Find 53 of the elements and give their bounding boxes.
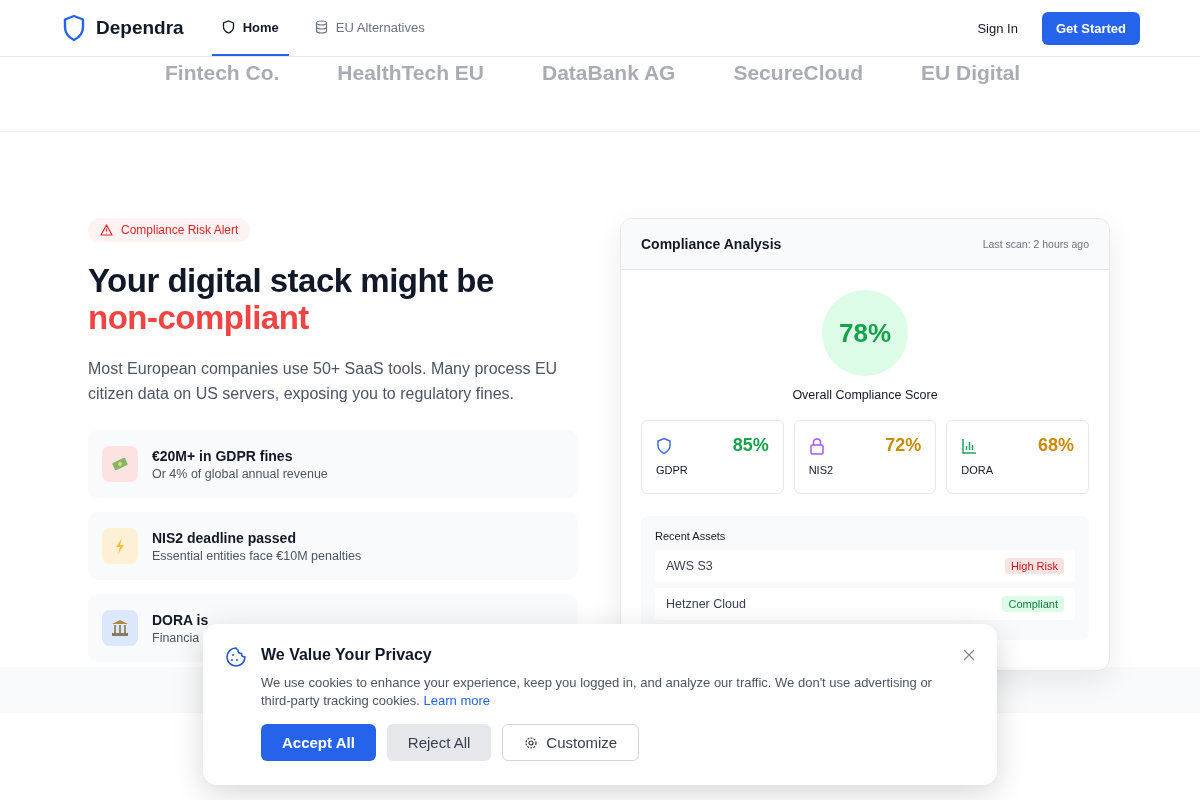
alert-text: Compliance Risk Alert xyxy=(121,223,239,237)
customize-button[interactable]: Customize xyxy=(502,724,640,761)
metric-label: NIS2 xyxy=(808,464,835,476)
asset-name: Hetzner Cloud xyxy=(666,597,746,611)
sign-in-link[interactable]: Sign In xyxy=(977,20,1018,36)
cookie-text: We use cookies to enhance your experience, keep you logged in, and analyze our traffic. We don't use advertising or third-party tracking cookies. Learn more xyxy=(261,674,933,710)
lightning-icon xyxy=(114,537,126,555)
shield-icon xyxy=(221,20,235,34)
asset-name: AWS S3 xyxy=(666,559,713,573)
metric-value: 85% xyxy=(732,435,769,456)
partner-logo-text: SecureCloud xyxy=(733,61,863,85)
partner-logo-text: DataBank AG xyxy=(542,61,676,85)
feature-title: NIS2 deadline passed xyxy=(152,529,297,546)
hero-description: Most European companies use 50+ SaaS tools. Many process EU citizen data on US servers, exposing you to regulatory fines. xyxy=(88,359,559,404)
recent-assets-title: Recent Assets xyxy=(655,530,727,542)
nav-tab[interactable]: Home xyxy=(211,0,289,56)
score-label: Overall Compliance Score xyxy=(792,388,938,402)
hero-title: Your digital stack might be xyxy=(88,262,494,299)
get-started-button[interactable]: Get Started xyxy=(1041,11,1140,45)
shield-icon xyxy=(656,436,672,455)
feature-subtitle: Or 4% of global annual revenue xyxy=(152,466,328,481)
bar-chart-icon xyxy=(961,436,978,455)
accept-all-button[interactable]: Accept All xyxy=(261,724,376,761)
shield-logo-icon xyxy=(62,14,86,42)
settings-icon xyxy=(524,735,539,750)
status-tag: High Risk xyxy=(1004,558,1064,574)
partner-logo-text: HealthTech EU xyxy=(337,61,484,85)
cookie-icon xyxy=(225,646,247,668)
hero-title-highlight: non-compliant xyxy=(88,299,309,336)
nav-tab[interactable]: EU Alternatives xyxy=(304,0,435,56)
reject-all-button[interactable]: Reject All xyxy=(386,724,492,761)
learn-more-link[interactable]: Learn more xyxy=(423,693,491,708)
status-tag: Compliant xyxy=(1002,596,1064,612)
database-icon xyxy=(314,20,328,34)
feature-subtitle: Financia xyxy=(152,630,201,645)
brand-name[interactable]: Dependra xyxy=(96,17,184,39)
metric-value: 72% xyxy=(885,435,922,456)
lock-icon xyxy=(808,436,825,455)
metric-label: DORA xyxy=(961,464,995,476)
score-circle: 78% xyxy=(822,290,908,376)
warning-icon xyxy=(100,224,113,236)
cookie-title: We Value Your Privacy xyxy=(261,646,433,664)
partner-logo-text: EU Digital xyxy=(920,61,1021,85)
close-icon[interactable] xyxy=(963,649,975,661)
feature-subtitle: Essential entities face €10M penalties xyxy=(152,548,362,563)
metric-value: 68% xyxy=(1038,435,1074,456)
bank-icon xyxy=(111,619,129,637)
feature-title: €20M+ in GDPR fines xyxy=(152,447,294,464)
card-title: Compliance Analysis xyxy=(641,236,782,252)
feature-title: DORA is xyxy=(152,611,209,628)
last-scan-text: Last scan: 2 hours ago xyxy=(982,238,1089,250)
metric-label: GDPR xyxy=(656,464,689,476)
partner-logo-text: Fintech Co. xyxy=(165,61,280,85)
